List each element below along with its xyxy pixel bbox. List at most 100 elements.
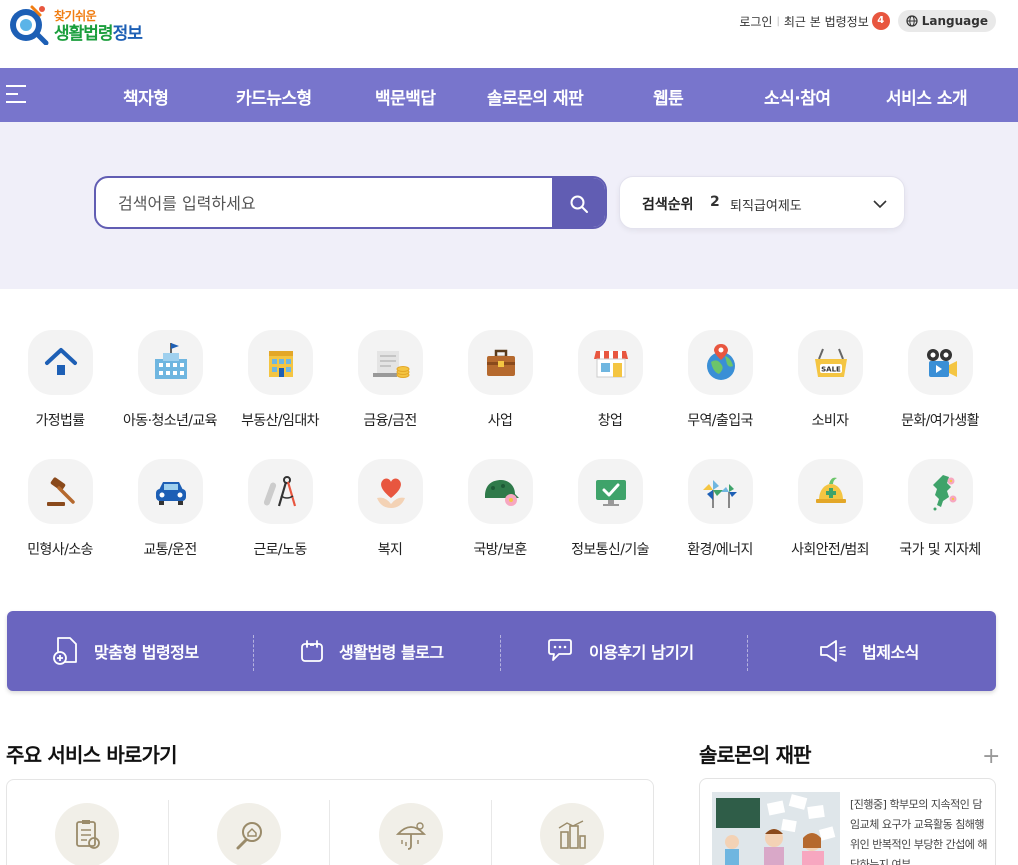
category-business[interactable]: 사업 (445, 330, 555, 440)
sale-basket-icon: SALE (798, 330, 863, 395)
category-defense[interactable]: 국방/보훈 (445, 459, 555, 569)
calendar-icon (301, 640, 323, 662)
nav-item-qna[interactable]: 백문백답 (375, 84, 436, 109)
top-bar: 찾기쉬운 생활법령정보 로그인 | 최근 본 법령정보 4 Language (0, 0, 1018, 68)
logo-magnifier-icon (10, 5, 49, 45)
search-rank-dropdown[interactable]: 검색순위 2 퇴직급여제도 (619, 176, 905, 229)
category-labor[interactable]: 근로/노동 (225, 459, 335, 569)
divider (168, 800, 169, 865)
house-search-icon[interactable] (217, 803, 281, 865)
car-icon (138, 459, 203, 524)
category-startup[interactable]: 창업 (555, 330, 665, 440)
banner-label: 법제소식 (862, 643, 919, 662)
main-nav: 책자형 카드뉴스형 백문백답 솔로몬의 재판 웹툰 소식·참여 서비스 소개 (0, 68, 1018, 122)
globe-icon (688, 330, 753, 395)
logo-title-part-a: 생활법령 (54, 24, 114, 44)
megaphone-icon (820, 640, 846, 662)
category-consumer[interactable]: SALE 소비자 (775, 330, 885, 440)
category-finance[interactable]: 금융/금전 (335, 330, 445, 440)
banner-label: 맞춤형 법령정보 (94, 643, 199, 662)
korea-map-icon (908, 459, 973, 524)
category-welfare[interactable]: 복지 (335, 459, 445, 569)
pinwheel-icon (688, 459, 753, 524)
category-label: 국가 및 지자체 (899, 542, 981, 558)
safety-helmet-icon (798, 459, 863, 524)
nav-item-webtoon[interactable]: 웹툰 (653, 84, 684, 109)
review-link[interactable]: 이용후기 남기기 (545, 611, 694, 691)
nav-item-booklet[interactable]: 책자형 (123, 84, 169, 109)
divider (253, 635, 254, 671)
heart-hand-icon (358, 459, 423, 524)
category-environment-energy[interactable]: 환경/에너지 (665, 459, 775, 569)
category-real-estate[interactable]: 부동산/임대차 (225, 330, 335, 440)
menu-icon[interactable] (6, 85, 28, 105)
banner-label: 생활법령 블로그 (339, 643, 444, 662)
category-public-safety[interactable]: 사회안전/범죄 (775, 459, 885, 569)
logo-title: 생활법령정보 (54, 19, 143, 44)
law-news-link[interactable]: 법제소식 (818, 611, 919, 691)
recent-count-badge: 4 (871, 12, 890, 30)
camera-icon (908, 330, 973, 395)
top-links: 로그인 | 최근 본 법령정보 4 Language (739, 10, 996, 32)
category-civil-criminal[interactable]: 민형사/소송 (5, 459, 115, 569)
store-icon (578, 330, 643, 395)
category-culture-leisure[interactable]: 문화/여가생활 (885, 330, 995, 440)
search-rank-label: 검색순위 (642, 197, 694, 213)
solomon-case-summary: [진행중] 학부모의 지속적인 담임교체 요구가 교육활동 침해행위인 반복적인… (850, 798, 988, 865)
quick-links-banner: 맞춤형 법령정보 생활법령 블로그 이용후기 남기기 법제소식 (7, 611, 996, 691)
site-logo[interactable]: 찾기쉬운 생활법령정보 (6, 3, 156, 45)
helmet-icon (468, 459, 533, 524)
compass-icon (248, 459, 313, 524)
category-youth-education[interactable]: 아동·청소년/교육 (115, 330, 225, 440)
checklist-icon[interactable] (55, 803, 119, 865)
umbrella-icon[interactable] (379, 803, 443, 865)
gavel-icon (28, 459, 93, 524)
divider (747, 635, 748, 671)
speech-bubble-icon (548, 639, 572, 661)
search-box (94, 176, 607, 229)
language-label: Language (921, 14, 988, 28)
category-state-local-gov[interactable]: 국가 및 지자체 (885, 459, 995, 569)
search-rank-number: 2 (710, 194, 720, 210)
briefcase-icon (468, 330, 533, 395)
nav-item-news[interactable]: 소식·참여 (764, 84, 831, 109)
globe-icon (906, 15, 918, 27)
nav-item-solomon[interactable]: 솔로몬의 재판 (487, 84, 584, 109)
search-rank-term[interactable]: 퇴직급여제도 (730, 195, 802, 214)
category-family-law[interactable]: 가정법률 (5, 330, 115, 440)
login-link[interactable]: 로그인 (739, 13, 772, 30)
category-ict[interactable]: 정보통신/기술 (555, 459, 665, 569)
language-button[interactable]: Language (897, 10, 996, 32)
chevron-down-icon (873, 200, 887, 209)
solomon-section-title: 솔로몬의 재판 (699, 743, 812, 767)
main-services-panel (6, 779, 654, 865)
search-area: 검색순위 2 퇴직급여제도 (0, 122, 1018, 289)
recent-laws-link[interactable]: 최근 본 법령정보 (784, 13, 869, 30)
document-plus-icon (53, 637, 77, 665)
solomon-card[interactable]: [진행중] 학부모의 지속적인 담임교체 요구가 교육활동 침해행위인 반복적인… (699, 778, 996, 865)
nav-item-cardnews[interactable]: 카드뉴스형 (236, 84, 312, 109)
divider (500, 635, 501, 671)
blog-link[interactable]: 생활법령 블로그 (299, 611, 444, 691)
nav-item-about[interactable]: 서비스 소개 (886, 84, 968, 109)
monitor-icon (578, 459, 643, 524)
category-label: 문화/여가생활 (901, 413, 979, 429)
more-plus-icon[interactable]: + (982, 744, 1000, 769)
main-services-title: 주요 서비스 바로가기 (6, 743, 178, 767)
house-icon (28, 330, 93, 395)
school-icon (138, 330, 203, 395)
search-input[interactable] (118, 190, 538, 216)
search-button[interactable] (552, 178, 605, 227)
divider (491, 800, 492, 865)
solomon-cartoon-image (712, 792, 840, 865)
custom-law-info-link[interactable]: 맞춤형 법령정보 (52, 611, 199, 691)
category-traffic[interactable]: 교통/운전 (115, 459, 225, 569)
divider (329, 800, 330, 865)
svg-text:SALE: SALE (821, 365, 841, 373)
city-chart-icon[interactable] (540, 803, 604, 865)
building-icon (248, 330, 313, 395)
separator: | (776, 15, 780, 27)
money-icon (358, 330, 423, 395)
banner-label: 이용후기 남기기 (589, 643, 694, 662)
category-trade-immigration[interactable]: 무역/출입국 (665, 330, 775, 440)
